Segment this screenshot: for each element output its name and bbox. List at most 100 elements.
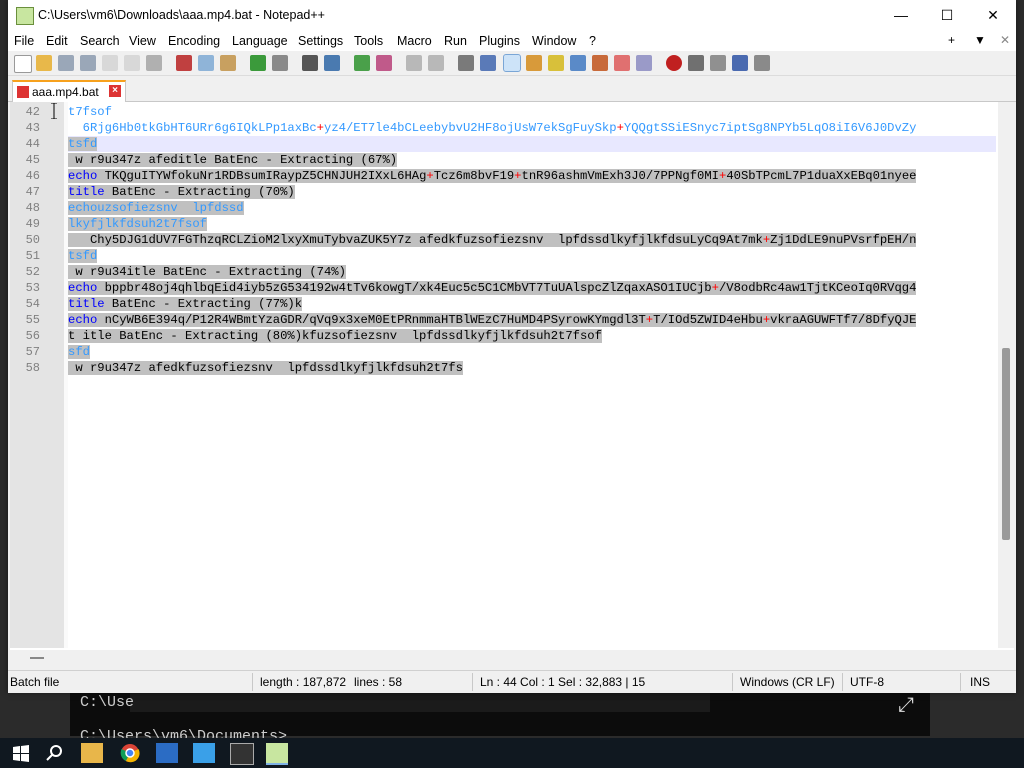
scrollbar-thumb[interactable] bbox=[30, 657, 44, 659]
search-icon[interactable] bbox=[44, 743, 66, 763]
eye-icon[interactable] bbox=[636, 55, 652, 71]
menu-macro[interactable]: Macro bbox=[397, 34, 432, 48]
status-bar: Batch file length : 187,872 lines : 58 L… bbox=[8, 670, 1016, 693]
show-all-chars-icon[interactable] bbox=[480, 55, 496, 71]
menu-tools[interactable]: Tools bbox=[354, 34, 383, 48]
menu-help[interactable]: ? bbox=[589, 34, 596, 48]
code-line: t itle BatEnc - Extracting (80%)kfuzsofi… bbox=[68, 329, 602, 343]
menu-window[interactable]: Window bbox=[532, 34, 576, 48]
new-file-icon[interactable] bbox=[14, 55, 32, 73]
maximize-button[interactable]: ☐ bbox=[924, 0, 970, 31]
menu-encoding[interactable]: Encoding bbox=[168, 34, 220, 48]
line-number: 49 bbox=[25, 217, 40, 231]
code-line: echo nCyWB6E394q/P12R4WBmtYzaGDR/qVq9x3x… bbox=[68, 313, 917, 327]
copy-icon[interactable] bbox=[198, 55, 214, 71]
redo-icon[interactable] bbox=[272, 55, 288, 71]
console-line-1: C:\Use bbox=[80, 694, 135, 711]
open-file-icon[interactable] bbox=[36, 55, 52, 71]
line-number: 52 bbox=[25, 265, 40, 279]
terminal-icon[interactable] bbox=[230, 743, 254, 765]
menu-plugins[interactable]: Plugins bbox=[479, 34, 520, 48]
menu-language[interactable]: Language bbox=[232, 34, 288, 48]
save-all-icon[interactable] bbox=[80, 55, 96, 71]
zoom-out-icon[interactable] bbox=[376, 55, 392, 71]
menu-settings[interactable]: Settings bbox=[298, 34, 343, 48]
print-icon[interactable] bbox=[146, 55, 162, 71]
close-button[interactable]: ✕ bbox=[970, 0, 1016, 31]
menu-edit[interactable]: Edit bbox=[46, 34, 68, 48]
close-tab-icon[interactable]: × bbox=[109, 85, 121, 97]
indent-guide-icon[interactable] bbox=[503, 54, 521, 72]
line-number: 50 bbox=[25, 233, 40, 247]
undo-icon[interactable] bbox=[250, 55, 266, 71]
scrollbar-thumb[interactable] bbox=[1002, 348, 1010, 540]
play-macro-icon[interactable] bbox=[710, 55, 726, 71]
horizontal-scrollbar[interactable] bbox=[10, 650, 1014, 666]
title-bar: C:\Users\vm6\Downloads\aaa.mp4.bat - Not… bbox=[8, 0, 1016, 31]
folder-workspace-icon[interactable] bbox=[592, 55, 608, 71]
status-eol: Windows (CR LF) bbox=[740, 675, 835, 689]
word-icon[interactable] bbox=[156, 743, 178, 763]
vertical-scrollbar[interactable] bbox=[998, 102, 1014, 648]
notepadpp-icon bbox=[16, 7, 34, 25]
sync-vertical-icon[interactable] bbox=[406, 55, 422, 71]
console-window[interactable]: C:\Use C:\Users\vm6\Documents> ⤢ bbox=[70, 686, 930, 745]
monitoring-icon[interactable] bbox=[614, 55, 630, 71]
code-area[interactable]: t7fsof 6Rjg6Hb0tkGbHT6URr6g6IQkLPp1axBc+… bbox=[68, 102, 996, 648]
code-line: echouzsofiezsnv lpfdssd bbox=[68, 201, 244, 215]
editor[interactable]: 42 43 44 45 46 47 48 49 50 51 52 53 54 5… bbox=[10, 102, 1014, 650]
add-icon[interactable]: + bbox=[948, 33, 955, 47]
chevron-down-icon[interactable]: ▼ bbox=[974, 33, 986, 47]
chrome-icon[interactable] bbox=[119, 743, 141, 763]
status-position: Ln : 44 Col : 1 Sel : 32,883 | 15 bbox=[480, 675, 646, 689]
code-line: title BatEnc - Extracting (70%) bbox=[68, 185, 295, 199]
menu-file[interactable]: File bbox=[14, 34, 34, 48]
status-length: length : 187,872 bbox=[260, 675, 347, 689]
cut-icon[interactable] bbox=[176, 55, 192, 71]
doc-map-icon[interactable] bbox=[548, 55, 564, 71]
taskbar bbox=[0, 738, 1024, 768]
save-icon[interactable] bbox=[58, 55, 74, 71]
status-lines: lines : 58 bbox=[354, 675, 403, 689]
menu-view[interactable]: View bbox=[129, 34, 156, 48]
stop-macro-icon[interactable] bbox=[688, 55, 704, 71]
expand-icon[interactable]: ⤢ bbox=[898, 694, 914, 718]
line-number: 46 bbox=[25, 169, 40, 183]
close-doc-icon[interactable]: ✕ bbox=[1000, 33, 1010, 47]
find-icon[interactable] bbox=[302, 55, 318, 71]
notepadpp-icon[interactable] bbox=[266, 743, 288, 765]
start-icon[interactable] bbox=[10, 743, 32, 763]
line-number: 58 bbox=[25, 361, 40, 375]
paste-icon[interactable] bbox=[220, 55, 236, 71]
tab-bar: aaa.mp4.bat × bbox=[8, 76, 1016, 103]
notepadpp-window: C:\Users\vm6\Downloads\aaa.mp4.bat - Not… bbox=[8, 0, 1016, 693]
close-file-icon[interactable] bbox=[102, 55, 118, 71]
run-macro-multiple-icon[interactable] bbox=[732, 55, 748, 71]
code-line: title BatEnc - Extracting (77%)k bbox=[68, 297, 303, 311]
line-number: 45 bbox=[25, 153, 40, 167]
code-line-current: tsfd bbox=[68, 136, 996, 152]
code-line: echo bppbr48oj4qhlbqEid4iyb5zG534192w4tT… bbox=[68, 281, 917, 295]
zoom-in-icon[interactable] bbox=[354, 55, 370, 71]
replace-icon[interactable] bbox=[324, 55, 340, 71]
udl-icon[interactable] bbox=[526, 55, 542, 71]
menu-run[interactable]: Run bbox=[444, 34, 467, 48]
code-line: echo TKQguITYWfokuNr1RDBsumIRaypZ5CHNJUH… bbox=[68, 169, 917, 183]
tab-label: aaa.mp4.bat bbox=[32, 85, 99, 99]
code-line: lkyfjlkfdsuh2t7fsof bbox=[68, 217, 207, 231]
window-title: C:\Users\vm6\Downloads\aaa.mp4.bat - Not… bbox=[38, 8, 325, 22]
line-number: 44 bbox=[25, 137, 40, 151]
close-all-icon[interactable] bbox=[124, 55, 140, 71]
function-list-icon[interactable] bbox=[570, 55, 586, 71]
record-macro-icon[interactable] bbox=[666, 55, 682, 71]
sync-horizontal-icon[interactable] bbox=[428, 55, 444, 71]
file-explorer-icon[interactable] bbox=[81, 743, 103, 763]
status-ins: INS bbox=[970, 675, 991, 689]
minimize-button[interactable]: — bbox=[878, 0, 924, 31]
tab-aaa-mp4-bat[interactable]: aaa.mp4.bat × bbox=[12, 80, 126, 103]
word-wrap-icon[interactable] bbox=[458, 55, 474, 71]
code-line: 6Rjg6Hb0tkGbHT6URr6g6IQkLPp1axBc+yz4/ET7… bbox=[68, 121, 917, 135]
notepad-icon[interactable] bbox=[193, 743, 215, 763]
menu-search[interactable]: Search bbox=[80, 34, 120, 48]
save-macro-icon[interactable] bbox=[754, 55, 770, 71]
